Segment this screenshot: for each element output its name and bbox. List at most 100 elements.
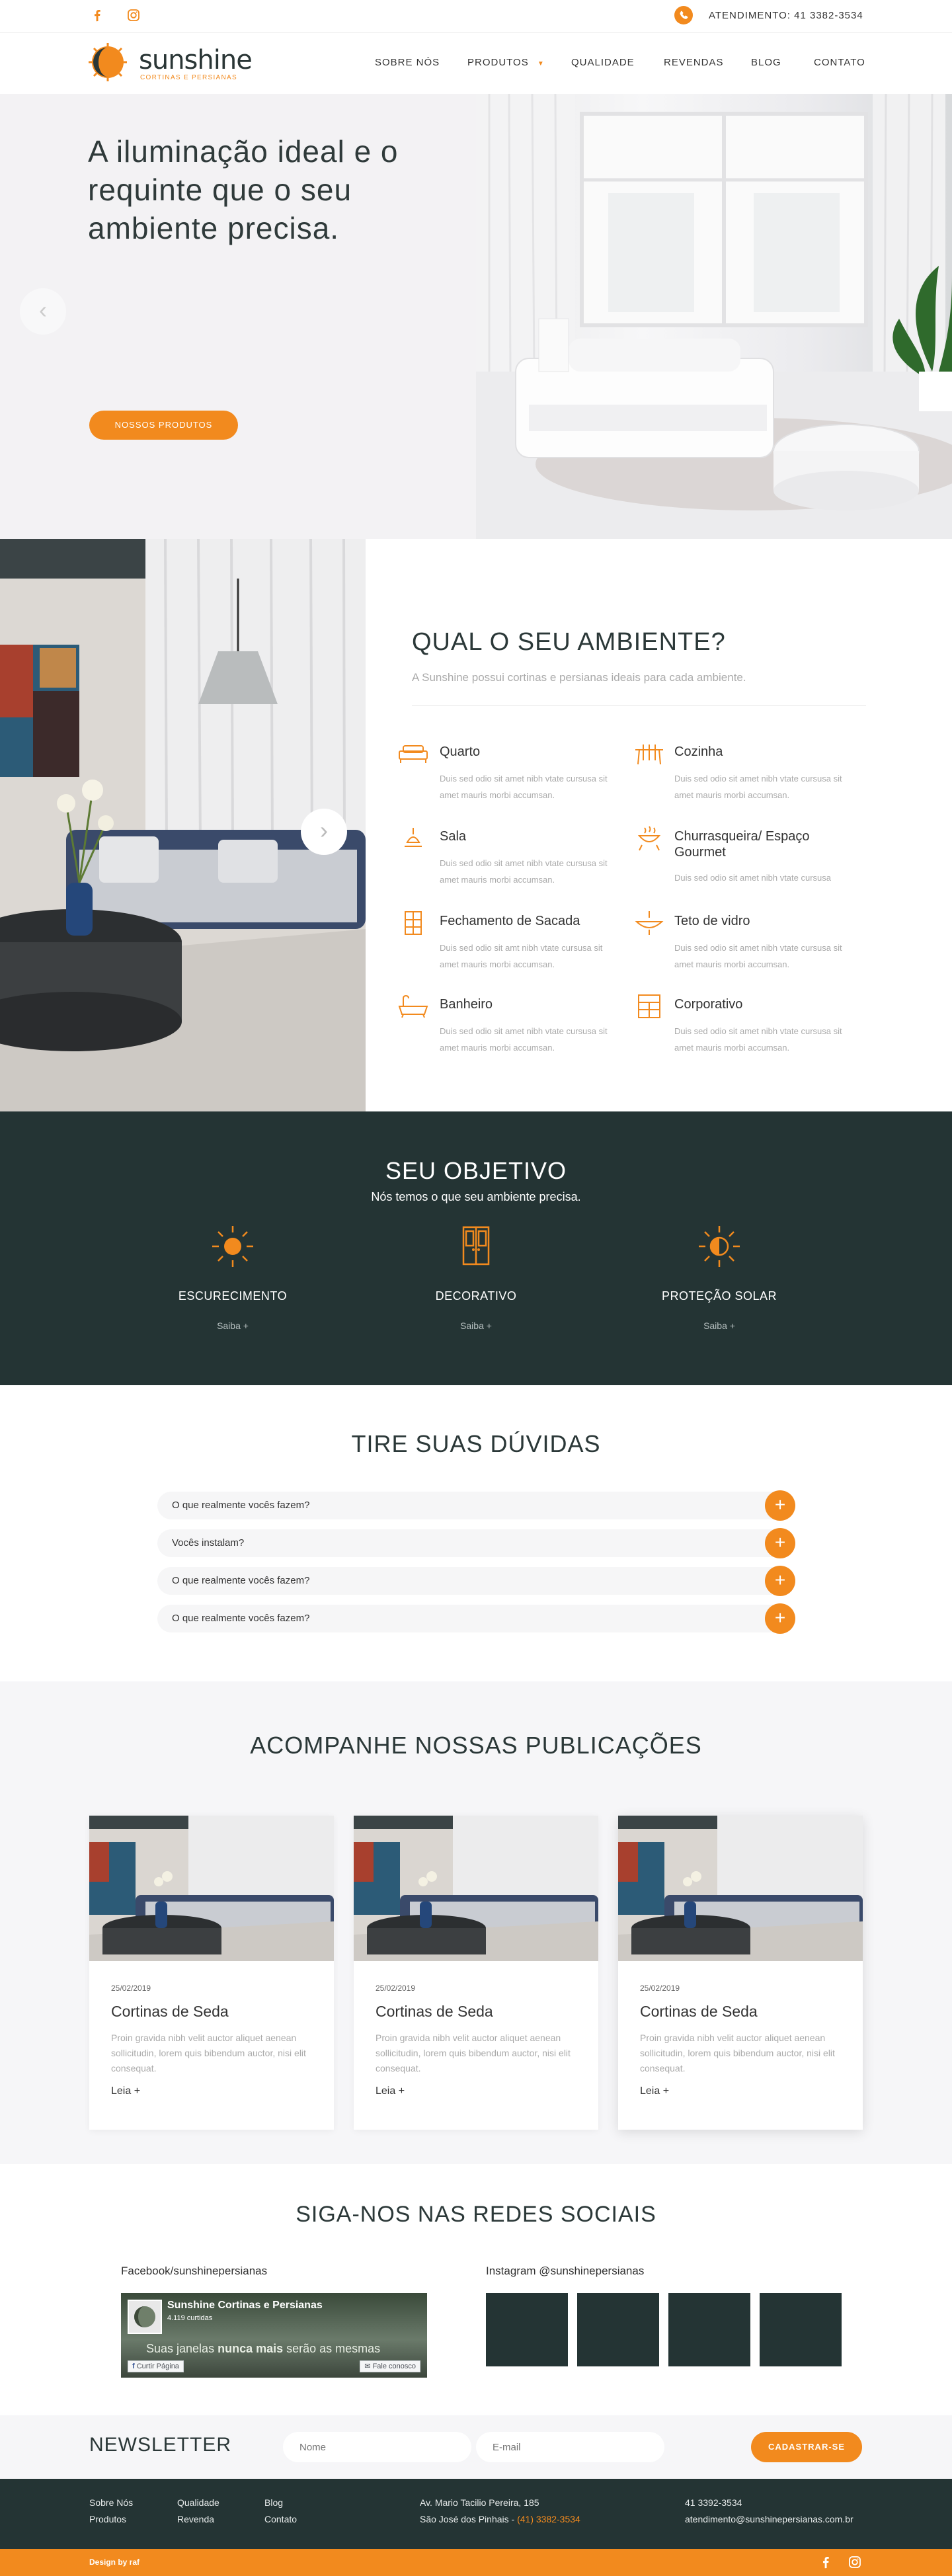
blog-card[interactable]: 25/02/2019 Cortinas de Seda Proin gravid… [89, 1816, 334, 2130]
faq-item[interactable]: Vocês instalam? + [157, 1528, 795, 1558]
instagram-post-tile[interactable] [760, 2293, 842, 2366]
faq-item[interactable]: O que realmente vocês fazem? + [157, 1490, 795, 1521]
sunshine-logo-icon[interactable] [88, 42, 128, 82]
instagram-post-tile[interactable] [486, 2293, 568, 2366]
facebook-icon[interactable] [90, 8, 104, 22]
sun-icon [212, 1226, 253, 1267]
divider [412, 705, 866, 706]
plus-icon[interactable]: + [765, 1528, 795, 1558]
footer-link-blog[interactable]: Blog [264, 2497, 283, 2508]
lamp-icon [405, 828, 422, 847]
ambiente-cozinha-desc: Duis sed odio sit amet nibh vtate cursus… [674, 774, 842, 800]
blog-card-read-more[interactable]: Leia + [376, 2085, 405, 2097]
protecao-solar-link[interactable]: Saiba + [620, 1320, 818, 1331]
nav-blog[interactable]: BLOG [751, 57, 781, 68]
ambiente-churrasqueira-title[interactable]: Churrasqueira/ Espaço Gourmet [674, 828, 846, 860]
ambiente-sacada-title[interactable]: Fechamento de Sacada [440, 913, 580, 929]
nav-revendas[interactable]: REVENDAS [664, 57, 724, 68]
ambiente-corporativo-desc: Duis sed odio sit amet nibh vtate cursus… [674, 1026, 842, 1053]
blog-card-title[interactable]: Cortinas de Seda [111, 2003, 229, 2021]
protecao-solar-title: PROTEÇÃO SOLAR [661, 1289, 777, 1303]
ambiente-next-arrow-icon[interactable]: › [301, 809, 347, 855]
decorativo-link[interactable]: Saiba + [377, 1320, 575, 1331]
ambiente-sacada-desc: Duis sed odio sit amt nibh vtate cursusa… [440, 943, 603, 969]
newsletter-name-input[interactable] [283, 2432, 471, 2462]
living-room-image: › [0, 539, 366, 1111]
blog-card-image[interactable] [618, 1816, 863, 1961]
objetivo-subtitle: Nós temos o que seu ambiente precisa. [371, 1190, 581, 1203]
grill-icon [637, 826, 661, 851]
blog-card-image[interactable] [354, 1816, 598, 1961]
plus-icon[interactable]: + [765, 1603, 795, 1634]
footer-link-qualidade[interactable]: Qualidade [177, 2497, 219, 2508]
decorativo-title: DECORATIVO [435, 1289, 517, 1303]
ceiling-lamp-icon [635, 911, 664, 935]
blog-card-date: 25/02/2019 [640, 1984, 680, 1993]
faq-item[interactable]: O que realmente vocês fazem? + [157, 1566, 795, 1596]
footer-phone[interactable]: 41 3392-3534 [685, 2497, 742, 2508]
hero-bedroom-image [476, 94, 952, 539]
newsletter-submit-button[interactable]: CADASTRAR-SE [751, 2432, 862, 2462]
facebook-page-avatar[interactable] [128, 2300, 162, 2334]
blog-card-read-more[interactable]: Leia + [111, 2085, 140, 2097]
phone-icon[interactable] [674, 6, 693, 24]
nav-qualidade[interactable]: QUALIDADE [571, 57, 635, 68]
footer-link-produtos[interactable]: Produtos [89, 2514, 126, 2524]
instagram-icon[interactable] [848, 2555, 862, 2569]
escurecimento-link[interactable]: Saiba + [134, 1320, 332, 1331]
door-icon [462, 1226, 490, 1266]
design-credit[interactable]: Design by raf [89, 2557, 139, 2567]
objetivo-title: SEU OBJETIVO [385, 1157, 567, 1184]
blog-card-title[interactable]: Cortinas de Seda [640, 2003, 758, 2021]
ambiente-quarto-title[interactable]: Quarto [440, 744, 480, 760]
ambiente-sala-desc: Duis sed odio sit amet nibh vtate cursus… [440, 858, 608, 885]
message-icon: ✉ [364, 2362, 373, 2370]
faq-title: TIRE SUAS DÚVIDAS [351, 1430, 601, 1457]
nav-produtos[interactable]: PRODUTOS ▼ [467, 57, 545, 68]
kitchen-icon [635, 745, 663, 765]
footer-link-sobre-nos[interactable]: Sobre Nós [89, 2497, 133, 2508]
newsletter-email-input[interactable] [476, 2432, 664, 2462]
plus-icon[interactable]: + [765, 1566, 795, 1596]
nav-sobre-nos[interactable]: SOBRE NÓS [375, 57, 440, 68]
hero-prev-arrow-icon[interactable]: ‹ [20, 288, 66, 335]
ambiente-teto-title[interactable]: Teto de vidro [674, 913, 750, 929]
blog-card-read-more[interactable]: Leia + [640, 2085, 669, 2097]
plus-icon[interactable]: + [765, 1490, 795, 1521]
footer-address: Av. Mario Tacilio Pereira, 185 [420, 2497, 539, 2508]
facebook-cover-tagline: Suas janelas nunca mais serão as mesmas [146, 2342, 381, 2355]
blog-card-image[interactable] [89, 1816, 334, 1961]
hero-products-button[interactable]: NOSSOS PRODUTOS [89, 411, 238, 440]
blog-card[interactable]: 25/02/2019 Cortinas de Seda Proin gravid… [354, 1816, 598, 2130]
instagram-icon[interactable] [126, 8, 141, 22]
facebook-contact-button[interactable]: ✉ Fale conosco [360, 2360, 420, 2372]
ambiente-cozinha-title[interactable]: Cozinha [674, 744, 723, 760]
logo-name[interactable]: sunshine [139, 45, 253, 75]
instagram-post-tile[interactable] [577, 2293, 659, 2366]
facebook-page-name[interactable]: Sunshine Cortinas e Persianas [167, 2300, 323, 2312]
nav-contato[interactable]: CONTATO [814, 57, 865, 68]
ambiente-banheiro-title[interactable]: Banheiro [440, 996, 493, 1012]
facebook-small-icon: f [132, 2362, 137, 2370]
publicacoes-title: ACOMPANHE NOSSAS PUBLICAÇÕES [250, 1732, 702, 1759]
faq-question: O que realmente vocês fazem? [172, 1575, 310, 1586]
faq-item[interactable]: O que realmente vocês fazem? + [157, 1603, 795, 1634]
ambiente-sala-title[interactable]: Sala [440, 828, 466, 844]
facebook-like-page-button[interactable]: f Curtir Página [128, 2360, 184, 2372]
attendance-phone[interactable]: ATENDIMENTO: 41 3382-3534 [709, 10, 863, 21]
faq-question: O que realmente vocês fazem? [172, 1613, 310, 1624]
facebook-icon[interactable] [818, 2555, 833, 2569]
footer-link-revenda[interactable]: Revenda [177, 2514, 214, 2524]
ambiente-corporativo-title[interactable]: Corporativo [674, 996, 742, 1012]
blog-card-text: Proin gravida nibh velit auctor aliquet … [111, 2033, 306, 2073]
instagram-post-tile[interactable] [668, 2293, 750, 2366]
blog-card-text: Proin gravida nibh velit auctor aliquet … [376, 2033, 571, 2073]
footer-email[interactable]: atendimento@sunshinepersianas.com.br [685, 2514, 853, 2524]
blog-card[interactable]: 25/02/2019 Cortinas de Seda Proin gravid… [618, 1816, 863, 2130]
ambiente-quarto-desc: Duis sed odio sit amet nibh vtate cursus… [440, 774, 608, 800]
top-bar: ATENDIMENTO: 41 3382-3534 [0, 0, 952, 33]
footer-link-contato[interactable]: Contato [264, 2514, 297, 2524]
facebook-page-widget[interactable]: Sunshine Cortinas e Persianas 4.119 curt… [121, 2293, 427, 2378]
blog-card-title[interactable]: Cortinas de Seda [376, 2003, 493, 2021]
faq-question: O que realmente vocês fazem? [172, 1500, 310, 1511]
